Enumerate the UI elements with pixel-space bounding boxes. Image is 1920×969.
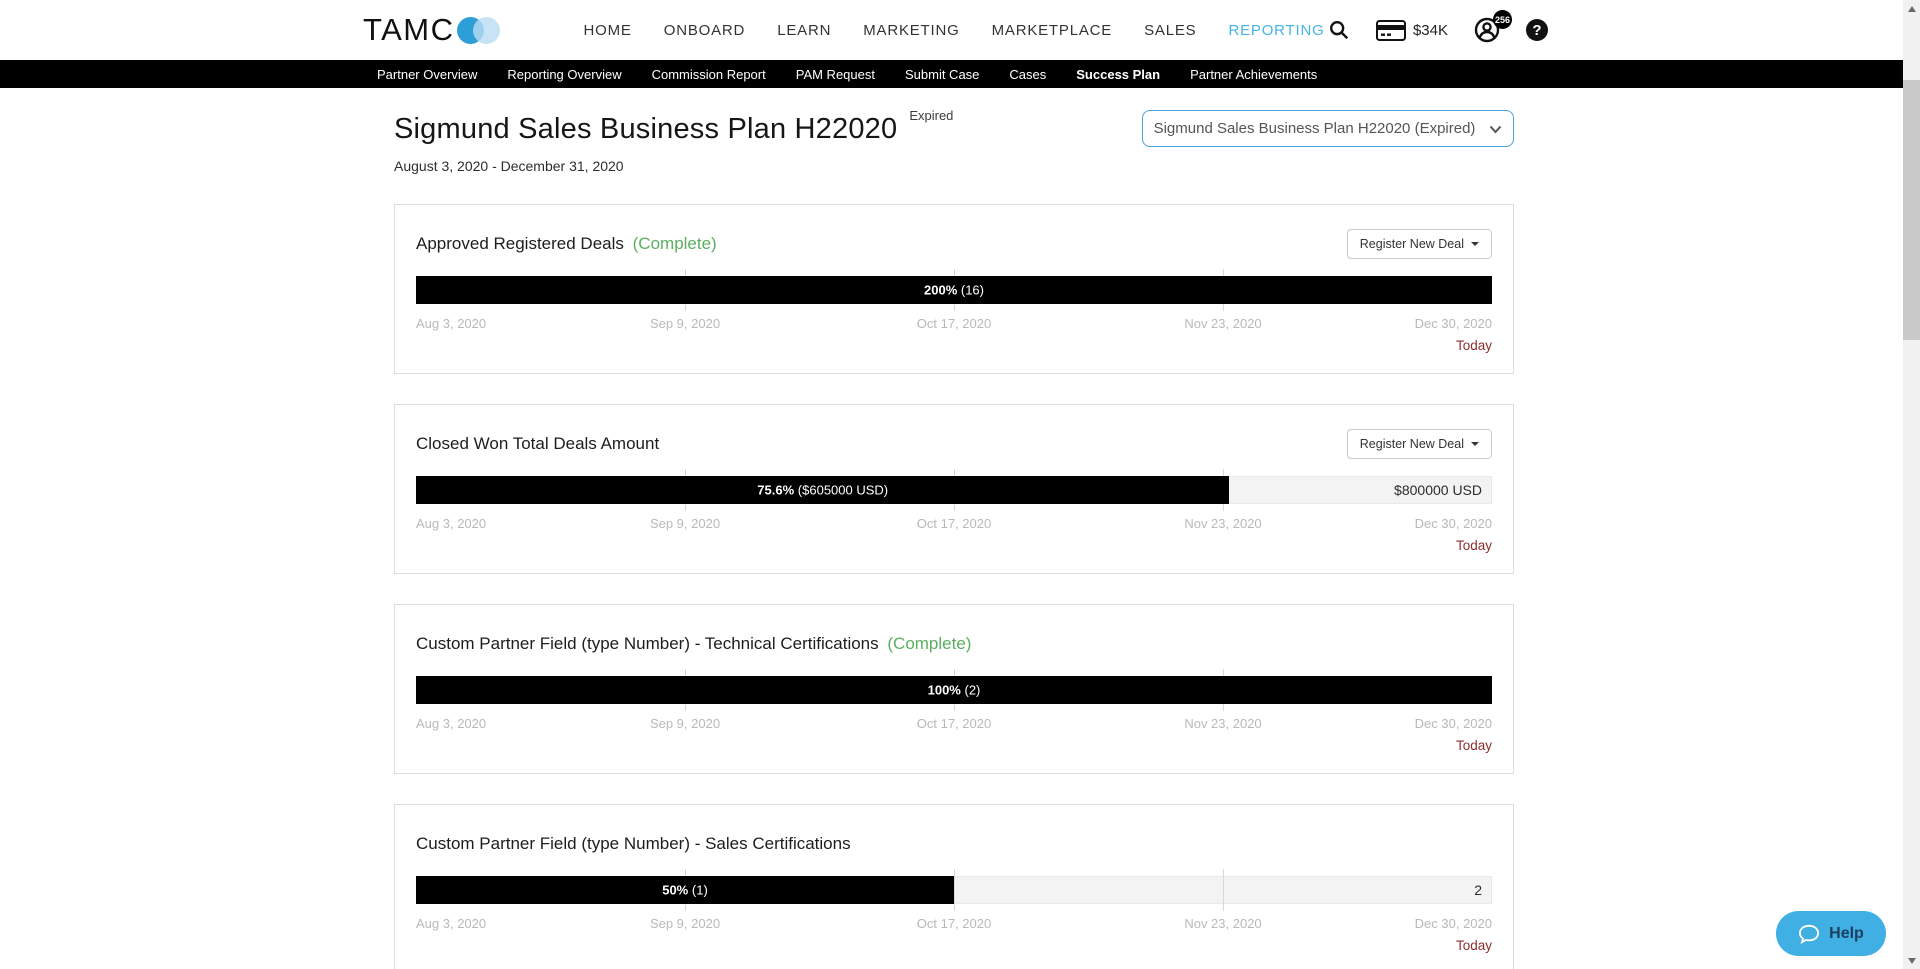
user-notifications[interactable]: 256 [1474,17,1500,43]
subnav-partner-overview[interactable]: Partner Overview [377,67,477,82]
goal-card-sales-certifications: Custom Partner Field (type Number) - Sal… [394,804,1514,969]
progress-bar: 50% (1) 2 [416,876,1492,904]
nav-reporting[interactable]: REPORTING [1228,22,1324,39]
main-nav: HOME ONBOARD LEARN MARKETING MARKETPLACE… [584,22,1325,39]
nav-marketplace[interactable]: MARKETPLACE [992,22,1113,39]
page-title: Sigmund Sales Business Plan H22020 [394,113,897,145]
title-block: Sigmund Sales Business Plan H22020 Expire… [394,108,953,174]
nav-learn[interactable]: LEARN [777,22,831,39]
timeline-dates: Aug 3, 2020 Sep 9, 2020 Oct 17, 2020 Nov… [416,716,1492,732]
scrollbar[interactable] [1903,0,1920,969]
credit-card-icon [1376,20,1406,41]
balance-amount: $34K [1413,22,1448,39]
target-label: $800000 USD [1394,482,1482,498]
progress-label: 200% (16) [924,283,984,298]
caret-down-icon [1471,242,1479,246]
register-new-deal-button[interactable]: Register New Deal [1347,229,1492,259]
gridline-75 [1223,869,1224,911]
goal-card-closed-won-total: Closed Won Total Deals Amount Register N… [394,404,1514,574]
sub-nav: Partner Overview Reporting Overview Comm… [0,60,1920,88]
main-content: Sigmund Sales Business Plan H22020 Expire… [394,108,1514,969]
goal-card-technical-certifications: Custom Partner Field (type Number) - Tec… [394,604,1514,774]
logo-text: TAMC [363,12,455,48]
today-label: Today [416,938,1492,953]
progress-label: 100% (2) [928,683,981,698]
logo-mark [457,17,500,44]
today-label: Today [416,738,1492,753]
gridline-50 [954,869,955,911]
progress-bar-fill: 75.6% ($605000 USD) [416,476,1229,504]
timeline-dates: Aug 3, 2020 Sep 9, 2020 Oct 17, 2020 Nov… [416,916,1492,932]
subnav-submit-case[interactable]: Submit Case [905,67,979,82]
register-new-deal-button[interactable]: Register New Deal [1347,429,1492,459]
logo-circle-light [473,17,500,44]
progress-bar-fill: 50% (1) [416,876,954,904]
title-row: Sigmund Sales Business Plan H22020 Expire… [394,108,1514,174]
today-label: Today [416,538,1492,553]
notification-badge: 256 [1493,10,1512,29]
goal-title: Closed Won Total Deals Amount [416,434,659,454]
progress-label: 75.6% ($605000 USD) [757,483,888,498]
plan-date-range: August 3, 2020 - December 31, 2020 [394,158,953,174]
scrollbar-down-arrow[interactable] [1903,952,1920,969]
progress-bar: 200% (16) [416,276,1492,304]
header-icons: $34K 256 ? [1328,0,1548,60]
balance-widget[interactable]: $34K [1376,20,1448,41]
subnav-pam-request[interactable]: PAM Request [796,67,875,82]
goal-card-approved-registered-deals: Approved Registered Deals (Complete) Reg… [394,204,1514,374]
nav-home[interactable]: HOME [584,22,632,39]
help-chat-button[interactable]: Help [1776,911,1886,956]
scrollbar-thumb[interactable] [1903,80,1920,340]
scrollbar-up-arrow[interactable] [1903,0,1920,17]
plan-select-value: Sigmund Sales Business Plan H22020 (Expi… [1154,120,1476,137]
subnav-cases[interactable]: Cases [1009,67,1046,82]
subnav-reporting-overview[interactable]: Reporting Overview [507,67,621,82]
nav-sales[interactable]: SALES [1144,22,1196,39]
plan-select-dropdown[interactable]: Sigmund Sales Business Plan H22020 (Expi… [1142,110,1514,147]
top-header: TAMC HOME ONBOARD LEARN MARKETING MARKET… [0,0,1920,60]
subnav-success-plan[interactable]: Success Plan [1076,67,1160,82]
today-label: Today [416,338,1492,353]
help-icon[interactable]: ? [1526,19,1548,41]
goal-status: (Complete) [633,234,717,253]
caret-down-icon [1471,442,1479,446]
search-icon[interactable] [1328,19,1350,41]
nav-onboard[interactable]: ONBOARD [664,22,745,39]
goal-status: (Complete) [887,634,971,653]
goal-title: Custom Partner Field (type Number) - Tec… [416,634,971,654]
progress-bar: 100% (2) [416,676,1492,704]
logo[interactable]: TAMC [363,12,500,48]
goal-title: Custom Partner Field (type Number) - Sal… [416,834,851,854]
subnav-partner-achievements[interactable]: Partner Achievements [1190,67,1317,82]
progress-label: 50% (1) [662,883,708,898]
plan-status-label: Expired [909,108,953,123]
timeline-dates: Aug 3, 2020 Sep 9, 2020 Oct 17, 2020 Nov… [416,316,1492,332]
target-label: 2 [1474,882,1482,898]
chevron-down-icon [1489,125,1502,134]
subnav-commission-report[interactable]: Commission Report [652,67,766,82]
nav-marketing[interactable]: MARKETING [863,22,959,39]
timeline-dates: Aug 3, 2020 Sep 9, 2020 Oct 17, 2020 Nov… [416,516,1492,532]
chat-bubble-icon [1798,924,1820,944]
goal-title: Approved Registered Deals (Complete) [416,234,717,254]
progress-bar: 75.6% ($605000 USD) $800000 USD [416,476,1492,504]
